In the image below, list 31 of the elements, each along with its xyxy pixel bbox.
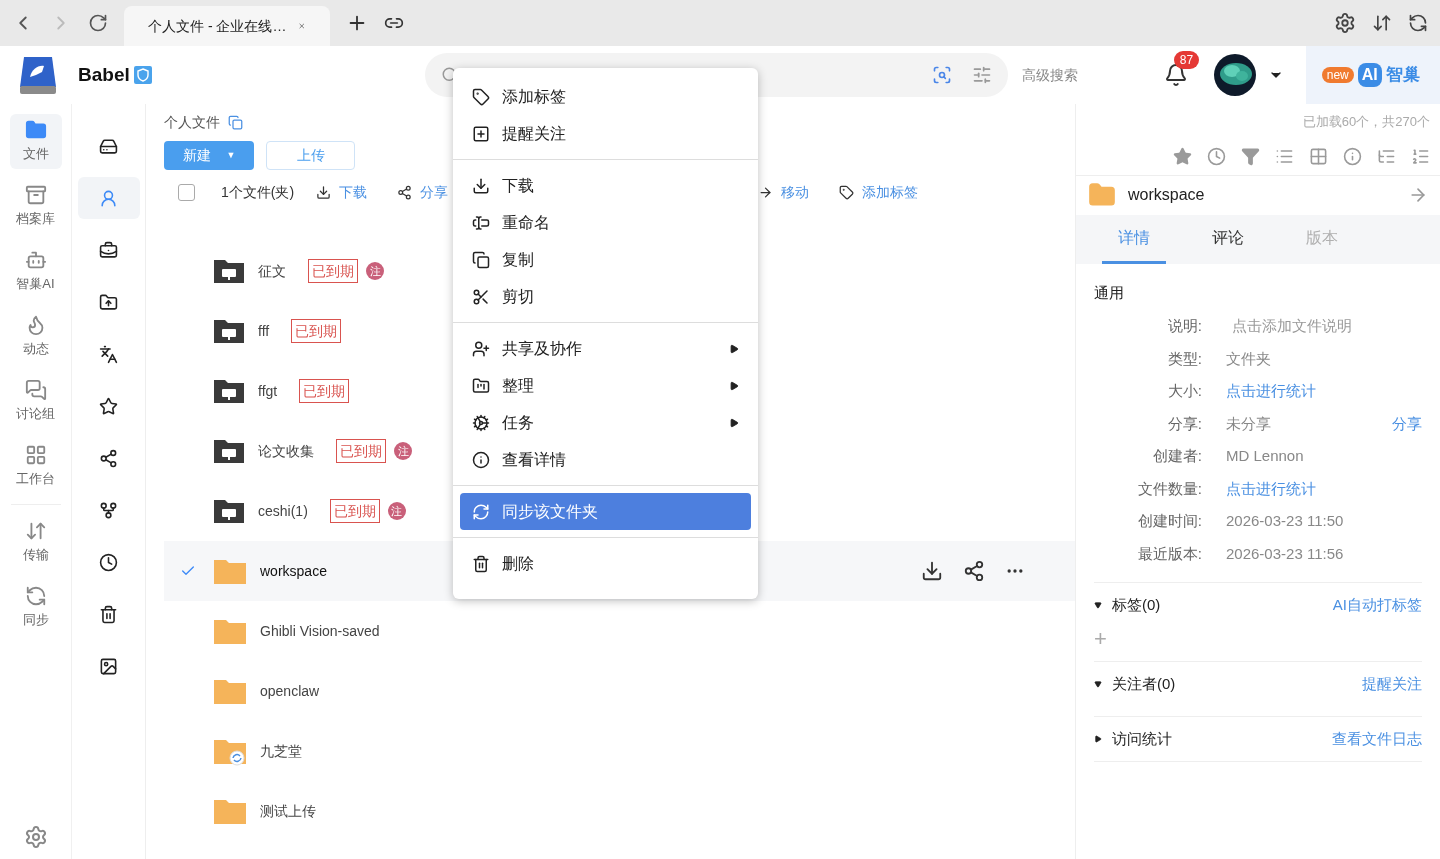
ai-label: 智巢 <box>1385 64 1420 87</box>
expired-tag: 已到期 <box>308 259 358 283</box>
expired-tag: 已到期 <box>329 499 380 523</box>
field-value: 2026-03-23 11:56 <box>1226 543 1344 564</box>
notification-badge: 87 <box>1173 51 1200 69</box>
field-value: MD Lennon <box>1226 446 1304 466</box>
details-title: workspace <box>1128 185 1205 205</box>
brand-name: Babel <box>78 62 130 87</box>
field-label: 分享: <box>1166 413 1202 434</box>
field-value: 文件夹 <box>1226 348 1271 369</box>
new-badge: new <box>1321 67 1354 83</box>
ai-logo: AI <box>1357 63 1382 87</box>
field-label: 创建者: <box>1151 446 1202 466</box>
note-badge: 注 <box>387 502 406 520</box>
field-label: 创建时间: <box>1136 511 1202 531</box>
selection-count: 1个文件(夹) <box>221 182 295 202</box>
expired-tag: 已到期 <box>291 319 342 343</box>
expired-tag: 已到期 <box>336 439 386 463</box>
field-value: 2026-03-23 11:50 <box>1226 511 1344 531</box>
field-value: 未分享 <box>1226 413 1271 434</box>
breadcrumb: 个人文件 <box>164 113 220 132</box>
field-label: 说明: <box>1166 316 1202 336</box>
loaded-count: 已加载60个，共270个 <box>1301 113 1431 131</box>
field-label: 大小: <box>1166 381 1202 401</box>
field-label: 文件数量: <box>1136 478 1202 499</box>
note-badge: 注 <box>366 262 384 280</box>
expired-tag: 已到期 <box>299 379 350 403</box>
field-label: 类型: <box>1166 348 1202 369</box>
field-label: 最近版本: <box>1136 543 1202 564</box>
note-badge: 注 <box>394 442 412 460</box>
section-title: 通用 <box>1094 282 1125 303</box>
